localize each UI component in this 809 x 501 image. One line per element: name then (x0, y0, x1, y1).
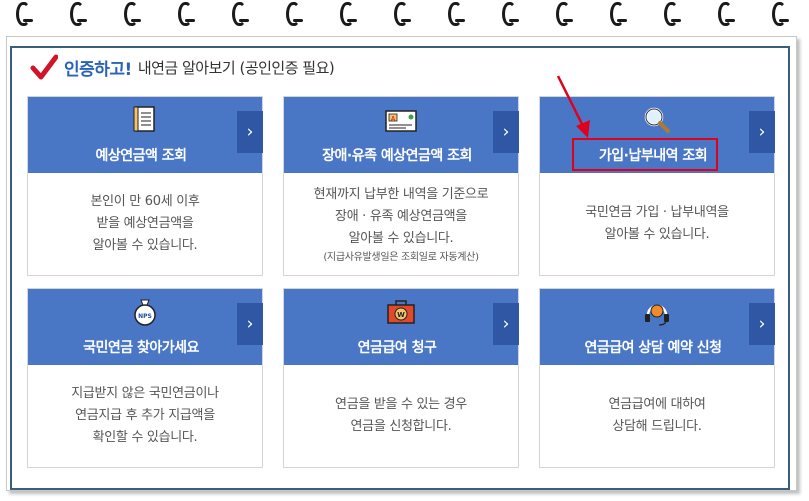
card-disability-survivor-pension[interactable]: A 장애·유족 예상연금액 조회 › 현재까지 납부한 내역을 기준으로 장애 … (283, 96, 519, 276)
svg-text:W: W (397, 311, 405, 319)
card-title: 장애·유족 예상연금액 조회 (322, 148, 472, 164)
card-description: 연금을 받을 수 있는 경우 연금을 신청합니다. (284, 365, 518, 467)
binding-ring-icon (124, 2, 141, 26)
binding-ring-icon (448, 2, 465, 26)
headset-icon (645, 304, 669, 326)
section-title: 인증하고! (64, 59, 132, 80)
card-header[interactable]: 연금급여 상담 예약 신청 › (540, 289, 775, 365)
svg-text:NPS: NPS (138, 313, 152, 320)
card-find-pension[interactable]: NPS 국민연금 찾아가세요 › 지급받지 않은 국민연금이나 연금지급 후 추… (27, 288, 263, 468)
chevron-right-icon[interactable]: › (237, 303, 263, 345)
chevron-right-icon[interactable]: › (493, 111, 519, 153)
binding-ring-icon (502, 2, 519, 26)
card-expected-pension[interactable]: 예상연금액 조회 › 본인이 만 60세 이후 받을 예상연금액을 알아볼 수 … (27, 96, 263, 276)
id-card-icon: A (385, 110, 417, 132)
nps-money-bag-icon: NPS (134, 299, 156, 326)
chevron-right-icon[interactable]: › (493, 303, 519, 345)
binding-ring-icon (70, 2, 87, 26)
card-consultation-reservation[interactable]: 연금급여 상담 예약 신청 › 연금급여에 대하여 상담해 드립니다. (539, 288, 775, 468)
chevron-right-icon[interactable]: › (237, 111, 263, 153)
description-line: 상담해 드립니다. (612, 419, 702, 434)
binding-ring-icon (232, 2, 249, 26)
card-header[interactable]: 예상연금액 조회 › (28, 97, 263, 173)
card-header[interactable]: W 연금급여 청구 › (284, 289, 519, 365)
card-pension-benefit-claim[interactable]: W 연금급여 청구 › 연금을 받을 수 있는 경우 연금을 신청합니다. (283, 288, 519, 468)
binding-ring-icon (610, 2, 627, 26)
description-line: 알아볼 수 있습니다. (348, 230, 454, 246)
description-line: 확인할 수 있습니다. (92, 430, 198, 445)
description-line: 국민연금 가입 · 납부내역을 (585, 205, 729, 220)
binding-ring-icon (394, 2, 411, 26)
description-line: 현재까지 납부한 내역을 기준으로 (313, 186, 489, 202)
checkmark-icon (30, 54, 58, 80)
section-subtitle: 내연금 알아보기 (공인인증 필요) (137, 58, 335, 77)
chevron-right-icon[interactable]: › (749, 111, 775, 153)
highlight-box (572, 138, 718, 171)
won-briefcase-icon: W (387, 300, 415, 324)
card-header[interactable]: NPS 국민연금 찾아가세요 › (28, 289, 263, 365)
binding-ring-icon (772, 2, 789, 26)
description-line: 연금을 받을 수 있는 경우 (335, 397, 467, 412)
card-header[interactable]: A 장애·유족 예상연금액 조회 › (284, 97, 519, 173)
card-title: 국민연금 찾아가세요 (83, 340, 199, 356)
description-line: 연금을 신청합니다. (350, 419, 452, 434)
chevron-right-icon[interactable]: › (749, 303, 775, 345)
card-title: 예상연금액 조회 (95, 148, 187, 164)
description-line: 장애 · 유족 예상연금액을 (335, 208, 467, 224)
binding-ring-icon (340, 2, 357, 26)
binding-ring-icon (16, 2, 33, 26)
section-header: 인증하고! 내연금 알아보기 (공인인증 필요) (30, 53, 335, 81)
binding-ring-icon (178, 2, 195, 26)
card-title: 연금급여 상담 예약 신청 (584, 340, 722, 356)
description-line: 알아볼 수 있습니다. (92, 238, 198, 253)
binding-ring-icon (286, 2, 303, 26)
document-icon (133, 106, 155, 132)
red-arrow-icon (556, 75, 590, 138)
description-line: 연금급여에 대하여 (608, 397, 706, 412)
spiral-binding (0, 0, 809, 36)
card-description: 국민연금 가입 · 납부내역을 알아볼 수 있습니다. (540, 173, 774, 275)
description-line: 본인이 만 60세 이후 (90, 194, 200, 209)
binding-ring-icon (664, 2, 681, 26)
description-note: (지급사유발생일은 조회일로 자동계산) (323, 251, 479, 263)
description-line: 연금지급 후 추가 지급액을 (75, 408, 215, 423)
card-description: 본인이 만 60세 이후 받을 예상연금액을 알아볼 수 있습니다. (28, 173, 262, 275)
card-description: 연금급여에 대하여 상담해 드립니다. (540, 365, 774, 467)
card-description: 지급받지 않은 국민연금이나 연금지급 후 추가 지급액을 확인할 수 있습니다… (28, 365, 262, 467)
magnifier-icon (644, 107, 670, 133)
binding-ring-icon (718, 2, 735, 26)
binding-ring-icon (556, 2, 573, 26)
card-title: 연금급여 청구 (357, 340, 437, 356)
description-line: 알아볼 수 있습니다. (604, 227, 710, 242)
description-line: 받을 예상연금액을 (96, 216, 194, 231)
description-line: 지급받지 않은 국민연금이나 (71, 386, 219, 401)
card-description: 현재까지 납부한 내역을 기준으로 장애 · 유족 예상연금액을 알아볼 수 있… (284, 173, 518, 275)
